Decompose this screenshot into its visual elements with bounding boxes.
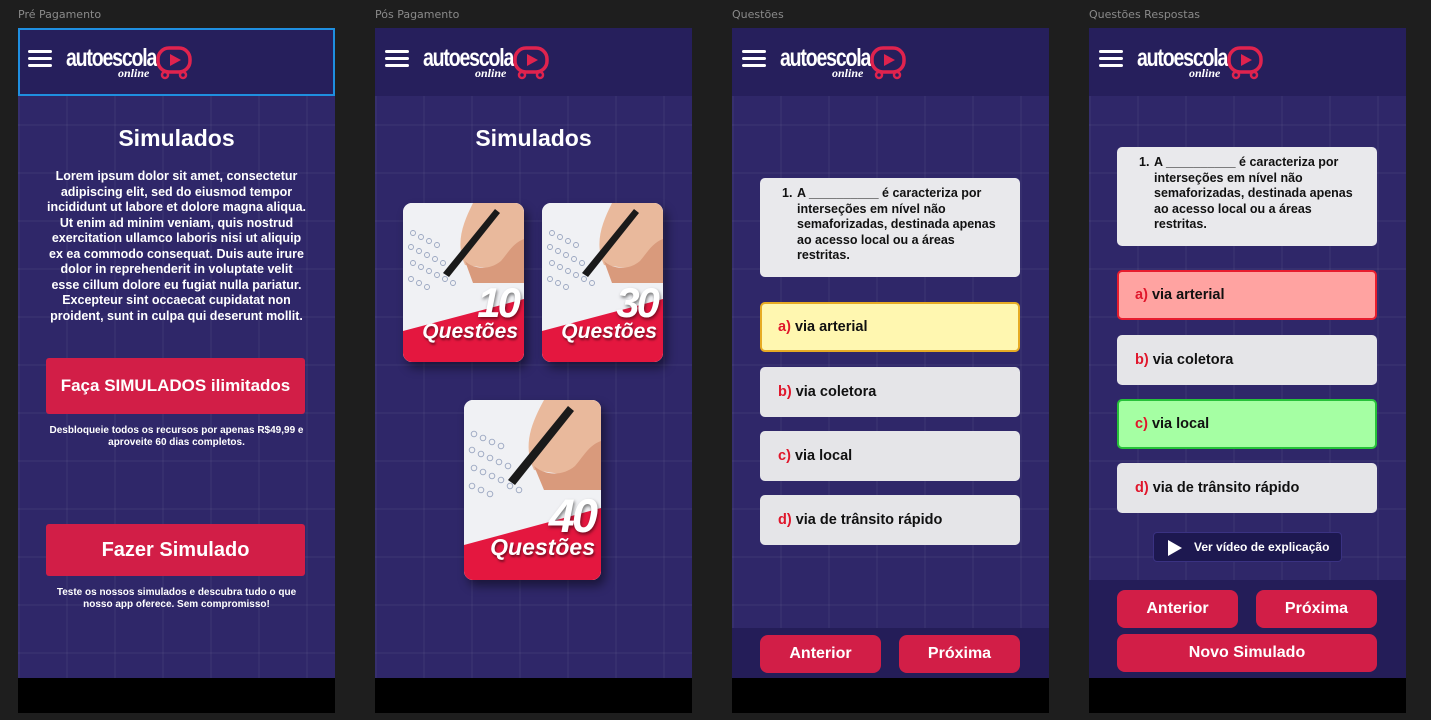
new-simulation-button[interactable]: Novo Simulado xyxy=(1117,634,1377,672)
phone-question-answers: autoescola online 1. A __________ é cara… xyxy=(1089,28,1406,713)
option-letter: c) xyxy=(1135,416,1148,432)
card-label: Questões xyxy=(490,534,595,560)
option-text: via coletora xyxy=(795,384,877,400)
trial-note: Teste os nossos simulados e descubra tud… xyxy=(56,587,297,610)
option-a-selected[interactable]: a) via arterial xyxy=(760,302,1020,352)
unlimited-simulations-button[interactable]: Faça SIMULADOS ilimitados xyxy=(46,358,305,414)
previous-button[interactable]: Anterior xyxy=(1117,590,1238,628)
page-title: Simulados xyxy=(118,125,235,151)
play-icon xyxy=(1168,540,1182,556)
question-number: 1. xyxy=(1139,155,1150,169)
card-30-questions[interactable]: 30 Questões xyxy=(542,203,663,362)
app-header: autoescola online xyxy=(18,28,335,96)
card-40-questions[interactable]: 40 Questões xyxy=(464,400,601,580)
card-label: Questões xyxy=(422,320,518,343)
option-c[interactable]: c) via local xyxy=(760,431,1020,481)
logo-subtext: online xyxy=(475,66,507,80)
question-text: A __________ é caracteriza por interseçõ… xyxy=(1154,155,1353,231)
logo-subtext: online xyxy=(832,66,864,80)
question-number: 1. xyxy=(782,186,793,200)
option-d[interactable]: d) via de trânsito rápido xyxy=(760,495,1020,545)
page-title: Simulados xyxy=(475,125,592,151)
option-text: via local xyxy=(1151,416,1210,432)
brand-logo[interactable]: autoescola online xyxy=(423,42,553,84)
option-b[interactable]: b) via coletora xyxy=(760,367,1020,417)
brand-logo[interactable]: autoescola online xyxy=(1137,42,1267,84)
option-text: via arterial xyxy=(1151,287,1225,303)
brand-logo[interactable]: autoescola online xyxy=(780,42,910,84)
frame-label-pre: Pré Pagamento xyxy=(18,8,102,21)
unlock-note: Desbloqueie todos os recursos por apenas… xyxy=(49,425,304,448)
option-text: via de trânsito rápido xyxy=(795,512,943,528)
option-a-wrong[interactable]: a) via arterial xyxy=(1117,270,1377,320)
hamburger-menu-icon[interactable] xyxy=(1099,50,1123,68)
option-letter: c) xyxy=(778,448,791,464)
hamburger-menu-icon[interactable] xyxy=(28,50,52,68)
start-simulation-button[interactable]: Fazer Simulado xyxy=(46,524,305,576)
logo-subtext: online xyxy=(118,66,150,80)
question-text: A __________ é caracteriza por interseçõ… xyxy=(797,186,996,262)
hamburger-menu-icon[interactable] xyxy=(385,50,409,68)
option-b[interactable]: b) via coletora xyxy=(1117,335,1377,385)
previous-button[interactable]: Anterior xyxy=(760,635,881,673)
logo-play-icon xyxy=(513,46,549,80)
logo-subtext: online xyxy=(1189,66,1221,80)
frame-label-pos: Pós Pagamento xyxy=(375,8,460,21)
watch-explanation-button[interactable]: Ver vídeo de explicação xyxy=(1153,532,1342,562)
phone-post-payment: autoescola online Simulados 10 Questões … xyxy=(375,28,692,713)
question-card: 1. A __________ é caracteriza por inters… xyxy=(1117,147,1377,246)
card-label: Questões xyxy=(561,320,657,343)
app-header: autoescola online xyxy=(375,28,692,96)
hamburger-menu-icon[interactable] xyxy=(742,50,766,68)
phone-questions: autoescola online 1. A __________ é cara… xyxy=(732,28,1049,713)
brand-logo[interactable]: autoescola online xyxy=(66,42,196,84)
phone-pre-payment: autoescola online Simulados Lorem ipsum … xyxy=(18,28,335,713)
option-text: via de trânsito rápido xyxy=(1152,480,1300,496)
logo-play-icon xyxy=(1227,46,1263,80)
option-letter: a) xyxy=(1135,287,1148,303)
question-card: 1. A __________ é caracteriza por inters… xyxy=(760,178,1020,277)
option-letter: a) xyxy=(778,319,791,335)
option-letter: b) xyxy=(1135,352,1149,368)
option-c-correct[interactable]: c) via local xyxy=(1117,399,1377,449)
description-text: Lorem ipsum dolor sit amet, consectetur … xyxy=(46,169,307,323)
option-text: via local xyxy=(794,448,853,464)
logo-play-icon xyxy=(870,46,906,80)
option-text: via arterial xyxy=(794,319,868,335)
logo-play-icon xyxy=(156,46,192,80)
option-letter: d) xyxy=(1135,480,1149,496)
app-header: autoescola online xyxy=(1089,28,1406,96)
option-letter: d) xyxy=(778,512,792,528)
next-button[interactable]: Próxima xyxy=(1256,590,1377,628)
frame-label-respostas: Questões Respostas xyxy=(1089,8,1201,21)
card-10-questions[interactable]: 10 Questões xyxy=(403,203,524,362)
option-letter: b) xyxy=(778,384,792,400)
frame-label-questoes: Questões xyxy=(732,8,784,21)
app-header: autoescola online xyxy=(732,28,1049,96)
option-text: via coletora xyxy=(1152,352,1234,368)
watch-explanation-label: Ver vídeo de explicação xyxy=(1194,540,1330,554)
next-button[interactable]: Próxima xyxy=(899,635,1020,673)
option-d[interactable]: d) via de trânsito rápido xyxy=(1117,463,1377,513)
